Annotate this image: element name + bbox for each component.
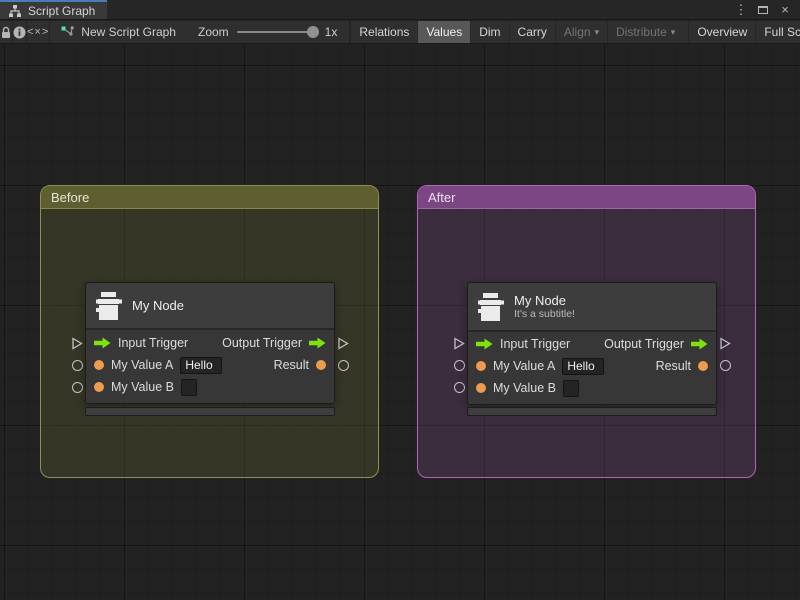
new-script-graph-label: New Script Graph <box>81 25 176 39</box>
node-after-wrapper: My Node It's a subtitle! Input Trigger O… <box>445 282 739 422</box>
output-trigger-external-port[interactable] <box>337 337 349 350</box>
node-subtitle: It's a subtitle! <box>514 307 575 320</box>
toolbar: <×> New Script Graph Zoom 1x Relations V… <box>0 21 800 44</box>
node-body: Input Trigger Output Trigger My Value A <box>468 332 716 404</box>
zoom-slider[interactable] <box>236 26 319 38</box>
maximize-icon[interactable] <box>754 2 772 18</box>
tab-script-graph[interactable]: Script Graph <box>0 0 108 19</box>
chevron-down-icon: ▾ <box>670 26 676 37</box>
value-b-input[interactable] <box>563 379 579 397</box>
value-a-input[interactable] <box>562 357 605 375</box>
values-button[interactable]: Values <box>417 21 471 43</box>
group-after-header[interactable]: After <box>418 186 755 209</box>
result-external-port[interactable] <box>338 360 349 371</box>
zoom-control: Zoom 1x <box>192 25 343 39</box>
node-my-node-after[interactable]: My Node It's a subtitle! Input Trigger O… <box>467 282 717 405</box>
carry-button[interactable]: Carry <box>508 21 555 43</box>
unit-node-icon <box>478 292 504 321</box>
node-footer <box>467 407 717 416</box>
node-graph-icon <box>61 26 75 36</box>
result-port-icon[interactable] <box>698 361 708 371</box>
value-b-row: My Value B <box>86 376 334 398</box>
zoom-slider-handle[interactable] <box>306 26 319 38</box>
titlebar-spacer <box>107 0 732 19</box>
align-button[interactable]: Align ▾ <box>554 21 607 43</box>
node-header[interactable]: My Node <box>86 283 334 330</box>
group-after-title: After <box>428 190 456 205</box>
node-footer <box>85 407 335 416</box>
value-b-external-port[interactable] <box>454 382 465 393</box>
value-b-port-icon[interactable] <box>476 383 486 393</box>
trigger-row: Input Trigger Output Trigger <box>86 332 334 354</box>
value-a-external-port[interactable] <box>72 360 83 371</box>
node-body: Input Trigger Output Trigger My Value A <box>86 330 334 403</box>
info-icon[interactable] <box>13 21 26 43</box>
value-a-row: My Value A Result <box>86 354 334 376</box>
trigger-in-port-icon[interactable] <box>476 338 493 350</box>
result-external-port[interactable] <box>720 360 731 371</box>
trigger-out-port-icon[interactable] <box>691 338 708 350</box>
window-menu-icon[interactable]: ⋮ <box>732 2 750 18</box>
tab-title: Script Graph <box>28 3 96 18</box>
input-trigger-external-port[interactable] <box>453 337 465 350</box>
input-trigger-external-port[interactable] <box>71 337 83 350</box>
trigger-row: Input Trigger Output Trigger <box>468 333 716 355</box>
value-b-external-port[interactable] <box>72 382 83 393</box>
result-port-icon[interactable] <box>316 360 326 370</box>
graph-icon <box>9 4 21 17</box>
node-my-node-before[interactable]: My Node Input Trigger Output Trigger My … <box>85 282 335 404</box>
title-bar: Script Graph ⋮ × <box>0 0 800 20</box>
chevron-down-icon: ▾ <box>594 26 600 37</box>
relations-button[interactable]: Relations <box>350 21 417 43</box>
unit-node-icon <box>96 291 122 320</box>
value-a-row: My Value A Result <box>468 355 716 377</box>
close-icon[interactable]: × <box>776 2 794 18</box>
full-screen-button[interactable]: Full Screen <box>755 21 800 43</box>
value-a-external-port[interactable] <box>454 360 465 371</box>
script-graph-window: Script Graph ⋮ × <×> New Script Graph Zo… <box>0 0 800 600</box>
value-b-port-icon[interactable] <box>94 382 104 392</box>
node-title: My Node <box>132 298 185 313</box>
window-controls: ⋮ × <box>732 0 800 19</box>
zoom-label: Zoom <box>197 25 229 39</box>
value-a-port-icon[interactable] <box>476 361 486 371</box>
zoom-value: 1x <box>324 25 338 39</box>
trigger-out-port-icon[interactable] <box>309 337 326 349</box>
value-b-row: My Value B <box>468 377 716 399</box>
distribute-button[interactable]: Distribute ▾ <box>607 21 683 43</box>
node-title: My Node <box>514 292 567 308</box>
group-before-header[interactable]: Before <box>41 186 378 209</box>
output-trigger-external-port[interactable] <box>719 337 731 350</box>
node-header[interactable]: My Node It's a subtitle! <box>468 283 716 332</box>
dim-button[interactable]: Dim <box>470 21 508 43</box>
value-b-input[interactable] <box>181 378 197 396</box>
graph-canvas[interactable]: Before After My Node Input Trigger Outpu… <box>0 44 800 600</box>
value-a-port-icon[interactable] <box>94 360 104 370</box>
value-a-input[interactable] <box>180 356 223 374</box>
group-before-title: Before <box>51 190 90 205</box>
trigger-in-port-icon[interactable] <box>94 337 111 349</box>
node-before-wrapper: My Node Input Trigger Output Trigger My … <box>63 282 357 422</box>
overview-button[interactable]: Overview <box>688 21 755 43</box>
code-view-icon[interactable]: <×> <box>27 21 49 43</box>
lock-icon[interactable] <box>0 21 12 43</box>
new-script-graph-button[interactable]: New Script Graph <box>50 21 186 43</box>
